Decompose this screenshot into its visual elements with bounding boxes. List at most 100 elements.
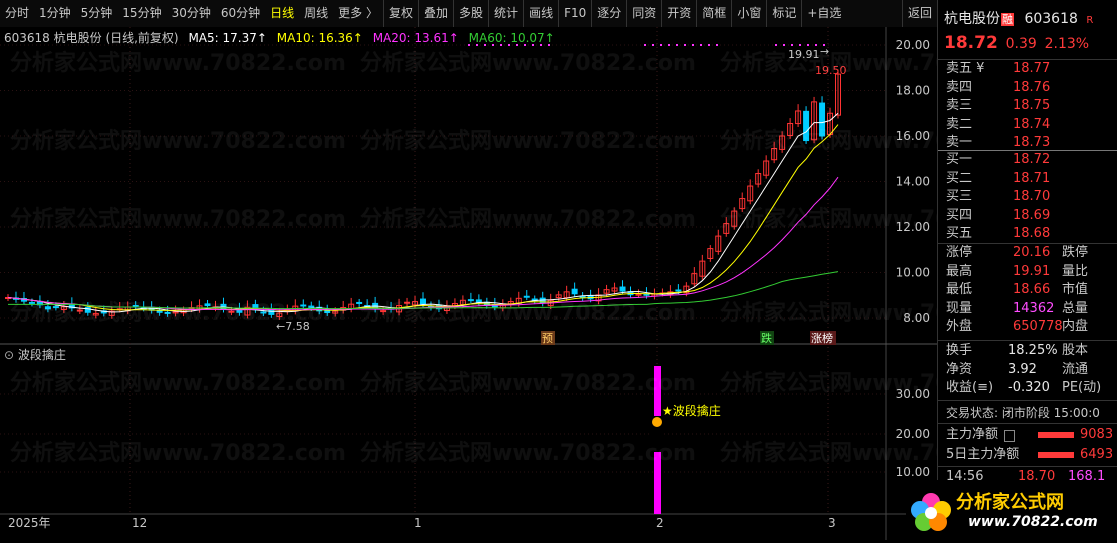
watermark: 分析家公式网www.70822.com — [360, 50, 696, 76]
toolbar-item-19[interactable]: 小窗 — [731, 0, 766, 27]
zhang-badge: 涨榜 — [811, 331, 833, 345]
toolbar-item-16[interactable]: 同资 — [626, 0, 661, 27]
toolbar-item-10[interactable]: 叠加 — [418, 0, 453, 27]
watermark: 分析家公式网www.70822.com — [360, 128, 696, 154]
signal-dot — [676, 44, 678, 46]
logo-title: 分析家公式网 — [956, 492, 1064, 513]
candle-body — [619, 286, 626, 292]
ask-label: 卖二 — [946, 116, 973, 132]
bid-price: 18.72 — [1013, 152, 1051, 167]
bid-label: 买三 — [946, 189, 973, 204]
signal-dot — [807, 44, 809, 46]
ma10-label: MA10: 16.36↑ — [276, 31, 363, 45]
signal-dot — [783, 44, 785, 46]
toolbar-item-17[interactable]: 开资 — [661, 0, 696, 27]
ask-row: 卖三 18.75 — [938, 97, 1117, 115]
y-tick-label: 14.00 — [896, 175, 930, 189]
stat-price: 650778 — [1013, 319, 1063, 334]
y-tick-label: 20.00 — [896, 38, 930, 52]
ma60-label: MA60: 10.07↑ — [468, 31, 555, 45]
watermark: 分析家公式网www.70822.com — [360, 440, 696, 466]
stock-code-name: 603618 杭电股份 (日线,前复权) — [4, 31, 179, 45]
toolbar-item-9[interactable]: 复权 — [383, 0, 418, 27]
stat-row: 现量 14362 总量 — [938, 300, 1117, 318]
stat2-price: -0.320 — [1008, 380, 1050, 395]
bid-price: 18.68 — [1013, 226, 1051, 241]
candle-body — [523, 295, 530, 298]
price-change: 0.39 — [1005, 36, 1037, 52]
signal-dot — [700, 44, 702, 46]
signal-dot — [684, 44, 686, 46]
price-change-pct: 2.13% — [1044, 36, 1090, 52]
chart-area[interactable]: 20.00 18.00 16.00 14.00 12.00 10.00 8.00 30.00 2… — [0, 27, 937, 540]
toolbar-item-22[interactable]: 返回 — [901, 0, 937, 27]
stat-label2: 跌停 — [1062, 245, 1089, 260]
five-day-flow-label: 5日主力净额 — [946, 447, 1020, 462]
kline-chart[interactable]: 20.0018.0016.0014.0012.0010.008.0030.002… — [0, 27, 937, 540]
yu-badge: 预 — [542, 332, 553, 345]
collapse-icon[interactable]: ⊙ — [4, 348, 14, 362]
toolbar-item-21[interactable]: +自选 — [801, 0, 846, 27]
chart-header: 603618 杭电股份 (日线,前复权) MA5: 17.37↑ MA10: 1… — [4, 29, 555, 46]
toolbar-item-0[interactable]: 分时 — [0, 0, 34, 27]
stat-row: 最高 19.91 量比 — [938, 263, 1117, 281]
stat-label2: 量比 — [1062, 263, 1089, 279]
sub-chart-title: 波段擒庄 — [17, 348, 66, 362]
toolbar-item-4[interactable]: 30分钟 — [167, 0, 216, 27]
quote-panel: 杭电股份融 603618 R 18.72 0.39 2.13% 卖五 ¥ 18.7… — [937, 0, 1117, 540]
watermark: 分析家公式网www.70822.com — [720, 300, 937, 326]
bid-price: 18.69 — [1013, 207, 1051, 223]
stat-label: 外盘 — [946, 319, 973, 334]
doc-icon[interactable] — [1004, 430, 1015, 442]
ask-label: 卖四 — [946, 79, 973, 95]
x-axis-label: 3 — [828, 516, 836, 530]
toolbar-item-14[interactable]: F10 — [558, 0, 591, 27]
toolbar-item-8[interactable]: 更多 〉 — [333, 0, 383, 27]
period-toolbar: 分时 1分钟 5分钟 15分钟 30分钟 60分钟 日线 周线 更多 〉复权 叠加 多股 统计 画线 F1… — [0, 0, 937, 28]
stat-price: 14362 — [1013, 300, 1055, 316]
stat-row: 涨停 20.16 跌停 — [938, 244, 1117, 262]
stat2-label2: 流通 — [1062, 361, 1089, 377]
toolbar-item-12[interactable]: 统计 — [488, 0, 523, 27]
trade-status: 交易状态: 闭市阶段 15:00:0 — [946, 406, 1100, 420]
main-flow-label: 主力净额 — [946, 427, 999, 442]
stat2-row: 收益(≡) -0.320 PE(动) — [938, 379, 1117, 397]
toolbar-item-7[interactable]: 周线 — [299, 0, 333, 27]
stat2-label: 换手 — [946, 343, 973, 358]
y-tick-label: 10.00 — [896, 266, 930, 280]
sub-chart-header: ⊙ 波段擒庄 — [4, 346, 66, 363]
toolbar-item-6[interactable]: 日线 — [265, 0, 299, 27]
toolbar-item-5[interactable]: 60分钟 — [216, 0, 265, 27]
toolbar-item-11[interactable]: 多股 — [453, 0, 488, 27]
bid-label: 买二 — [946, 170, 973, 186]
stat2-price: 18.25% — [1008, 343, 1058, 358]
bid-row: 买四 18.69 — [938, 207, 1117, 225]
toolbar-item-15[interactable]: 逐分 — [591, 0, 626, 27]
bid-row: 买三 18.70 — [938, 188, 1117, 206]
bid-row: 买二 18.71 — [938, 170, 1117, 188]
stat-label2: 内盘 — [1062, 319, 1089, 334]
toolbar-item-13[interactable]: 画线 — [523, 0, 558, 27]
ask-row: 卖五 ¥ 18.77 — [938, 60, 1117, 78]
toolbar-item-1[interactable]: 1分钟 — [34, 0, 76, 27]
watermark: 分析家公式网www.70822.com — [720, 128, 937, 154]
bid-label: 买一 — [946, 152, 973, 167]
ma20-label: MA20: 13.61↑ — [372, 31, 459, 45]
signal-label: ★波段擒庄 — [662, 403, 721, 418]
stock-code: 603618 — [1024, 11, 1078, 27]
toolbar-item-3[interactable]: 15分钟 — [117, 0, 166, 27]
stat-row: 最低 18.66 市值 — [938, 281, 1117, 299]
toolbar-item-20[interactable]: 标记 — [766, 0, 801, 27]
signal-dot — [815, 44, 817, 46]
toolbar-item-2[interactable]: 5分钟 — [76, 0, 118, 27]
toolbar-item-18[interactable]: 简框 — [696, 0, 731, 27]
stat2-label: 收益(≡) — [946, 380, 994, 395]
signal-dot — [791, 44, 793, 46]
ask-label: 卖五 ¥ — [946, 61, 985, 76]
stat-price: 19.91 — [1013, 263, 1051, 279]
flow2-bar — [1038, 452, 1074, 458]
signal-dot — [799, 44, 801, 46]
watermark: 分析家公式网www.70822.com — [360, 370, 696, 396]
watermark: 分析家公式网www.70822.com — [10, 370, 346, 396]
watermark: 分析家公式网www.70822.com — [720, 50, 937, 76]
